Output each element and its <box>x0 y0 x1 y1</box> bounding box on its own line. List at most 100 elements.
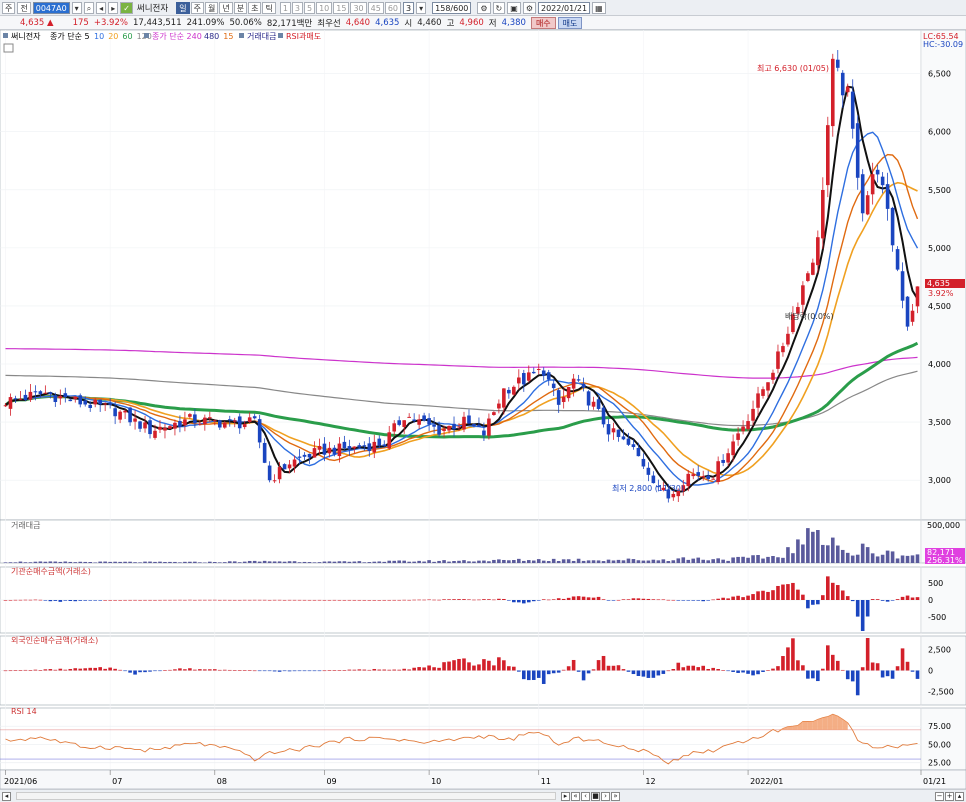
inst-bar <box>786 584 790 600</box>
first-icon[interactable]: « <box>571 791 580 801</box>
foreign-bar <box>163 670 167 671</box>
last-icon[interactable]: » <box>611 791 620 801</box>
foreign-bar <box>586 670 591 674</box>
period-tab[interactable]: 초 <box>248 1 262 14</box>
minute-option[interactable]: 3 <box>291 1 303 14</box>
candle-body <box>651 475 656 484</box>
date-input[interactable]: 2022/01/21 <box>537 1 591 14</box>
candle-body <box>771 372 775 380</box>
count-input[interactable]: 158/600 <box>432 1 472 14</box>
volume-bar <box>885 550 890 563</box>
period-tab[interactable]: 월 <box>204 1 219 14</box>
foreign-bar <box>835 660 840 671</box>
candle-body <box>387 432 392 449</box>
next-icon[interactable]: › <box>601 791 610 801</box>
period-tab[interactable]: 년 <box>219 1 233 14</box>
inst-bar <box>377 600 382 601</box>
volume-tick: 500,000 <box>927 521 960 530</box>
period-tab[interactable]: 분 <box>233 1 248 14</box>
inst-bar <box>407 599 411 601</box>
pan-icon[interactable]: ▴ <box>955 791 964 801</box>
foreign-bar <box>661 670 666 674</box>
foreign-bar <box>591 669 596 671</box>
interval-dropdown-icon[interactable]: ▾ <box>416 1 427 14</box>
foreign-bar <box>93 667 97 671</box>
refresh-icon[interactable]: ↻ <box>492 1 506 14</box>
inst-bar <box>502 598 506 600</box>
candle-body <box>188 414 192 417</box>
volume-bar <box>178 562 182 563</box>
stock-code-input[interactable]: 0047A0 <box>32 1 70 14</box>
candle-body <box>875 169 880 175</box>
stock-chart[interactable]: 6,500 6,000 5,500 5,000 4,500 4,000 3,500 3,000… <box>0 30 966 789</box>
volume-bar <box>168 561 172 563</box>
all-select[interactable]: 전 <box>17 1 31 14</box>
minute-option[interactable]: 60 <box>384 1 402 14</box>
minute-option[interactable]: 1 <box>279 1 291 14</box>
save-icon[interactable]: ▣ <box>507 1 521 14</box>
scroll-left-icon[interactable]: ◂ <box>2 791 11 801</box>
next-stock-icon[interactable]: ▸ <box>108 1 119 14</box>
foreign-bar <box>681 667 686 671</box>
volume-bar <box>372 561 377 563</box>
rsi-overbought-fill <box>787 726 793 730</box>
candle-body <box>741 426 745 432</box>
favorite-icon[interactable]: ✓ <box>120 1 133 14</box>
pane-tick: 0 <box>928 667 933 676</box>
candle-body <box>38 391 43 395</box>
period-tab[interactable]: 주 <box>190 1 204 14</box>
foreign-bar <box>3 670 8 672</box>
search-icon[interactable]: ⌕ <box>83 1 95 14</box>
period-tab[interactable]: 일 <box>176 1 190 14</box>
pref-ask: 4,640 <box>345 17 371 28</box>
zoom-in-icon[interactable]: + <box>945 791 954 801</box>
zoom-out-icon[interactable]: − <box>935 791 944 801</box>
horizontal-scrollbar[interactable] <box>16 792 556 800</box>
volume-bar <box>407 561 411 563</box>
inst-bar <box>521 600 526 604</box>
minute-option[interactable]: 30 <box>350 1 367 14</box>
candle-body <box>482 430 486 436</box>
price-tag-rate: 3.92% <box>928 289 954 298</box>
minute-option[interactable]: 15 <box>333 1 350 14</box>
code-dropdown-icon[interactable]: ▾ <box>71 1 82 14</box>
minute-option[interactable]: 5 <box>304 1 316 14</box>
stop-icon[interactable]: ■ <box>591 791 600 801</box>
pane-tick: 0 <box>928 596 933 605</box>
type-select[interactable]: 주 <box>2 1 16 14</box>
calendar-icon[interactable]: ▦ <box>592 1 606 14</box>
candle-body <box>502 388 506 408</box>
inst-bar <box>676 600 681 601</box>
prev-stock-icon[interactable]: ◂ <box>96 1 107 14</box>
volume-bar <box>432 561 436 563</box>
minute-option[interactable]: 10 <box>316 1 333 14</box>
foreign-bar <box>626 670 631 672</box>
scroll-right-icon[interactable]: ▸ <box>561 791 570 801</box>
candle-body <box>756 393 760 408</box>
settings-icon[interactable]: ⚙ <box>477 1 491 14</box>
custom-interval-input[interactable]: 3 <box>403 1 415 14</box>
foreign-bar <box>636 670 641 676</box>
inst-bar <box>666 599 671 601</box>
gear-icon[interactable]: ⚙ <box>522 1 536 14</box>
prev-icon[interactable]: ‹ <box>581 791 590 801</box>
foreign-bar <box>746 670 750 674</box>
foreign-bar <box>816 670 820 682</box>
buy-button[interactable]: 매수 <box>530 16 556 29</box>
date-tick: 12 <box>645 777 655 786</box>
period-tab[interactable]: 틱 <box>262 1 276 14</box>
candle-body <box>746 421 750 430</box>
candle-body <box>23 394 28 401</box>
candle-body <box>242 424 247 428</box>
inst-bar <box>910 597 915 600</box>
legend-item: 20 <box>108 32 118 41</box>
candle-body <box>646 467 651 475</box>
volume-bar <box>791 553 795 563</box>
foreign-bar <box>541 670 546 684</box>
candle-body <box>108 403 112 405</box>
foreign-bar <box>811 670 815 679</box>
sell-button[interactable]: 매도 <box>557 16 583 29</box>
candle-body <box>198 423 202 425</box>
volume-bar <box>591 560 596 563</box>
minute-option[interactable]: 45 <box>367 1 384 14</box>
